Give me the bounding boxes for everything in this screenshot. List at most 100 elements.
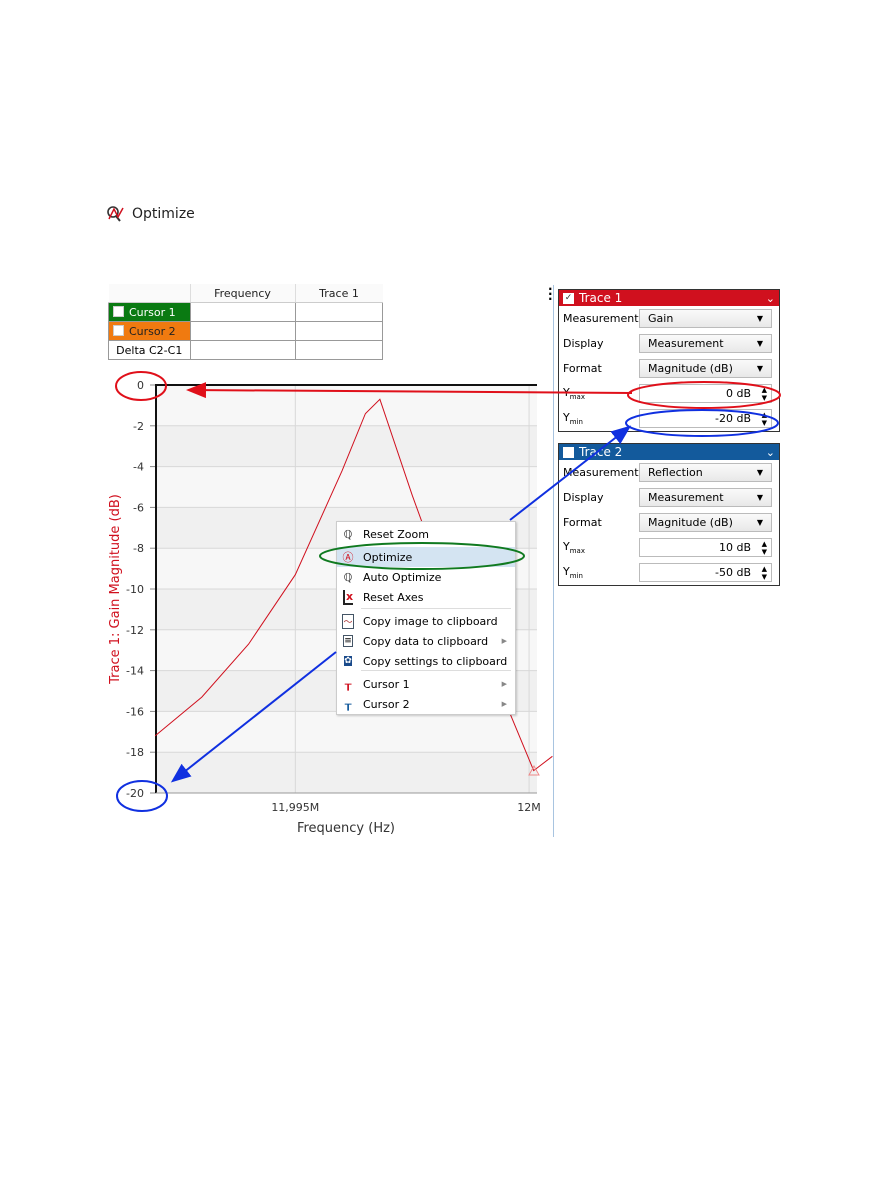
- y-tick-label: -18: [126, 746, 144, 759]
- trace2-display-dropdown[interactable]: Measurement ▼: [639, 488, 772, 507]
- x-tick-label: 12M: [517, 801, 541, 814]
- y-tick-label: 0: [137, 379, 144, 392]
- menu-item-label: Copy image to clipboard: [363, 614, 498, 628]
- menu-item-label: Optimize: [363, 550, 413, 564]
- reset-axes-icon: x: [341, 589, 355, 605]
- menu-item-cursor-2[interactable]: ┰ Cursor 2 ▶: [337, 694, 515, 714]
- trace2-header[interactable]: Trace 2 ⌄: [559, 444, 779, 460]
- ymin-label-sub: min: [569, 418, 583, 427]
- trace1-ymax-row: Ymax 0 dB ▲ ▼: [559, 381, 779, 406]
- ymax-label-sub: max: [569, 547, 585, 556]
- spinner-icon[interactable]: ▲ ▼: [762, 540, 767, 556]
- copy-image-icon: 〜: [341, 613, 355, 629]
- ymin-value: -50 dB: [715, 566, 751, 579]
- ymin-value: -20 dB: [715, 412, 751, 425]
- spinner-icon[interactable]: ▲ ▼: [762, 411, 767, 427]
- ymin-label: Ymin: [563, 565, 639, 580]
- menu-item-copy-image-to-clipboard[interactable]: 〜 Copy image to clipboard: [337, 611, 515, 631]
- chevron-down-icon[interactable]: ⌄: [766, 292, 775, 305]
- display-value: Measurement: [648, 491, 724, 504]
- cursor2-icon: ┰: [344, 697, 352, 711]
- y-tick-label: -8: [133, 542, 144, 555]
- cursor1-icon: ┰: [344, 677, 352, 691]
- trace2-ymax-row: Ymax 10 dB ▲ ▼: [559, 535, 779, 560]
- dropdown-arrow-icon: ▼: [756, 364, 763, 373]
- y-tick-label: -12: [126, 624, 144, 637]
- ymax-label-y: Y: [563, 385, 570, 399]
- trace2-ymin-input[interactable]: -50 dB ▲ ▼: [639, 563, 772, 582]
- menu-item-label: Reset Zoom: [363, 527, 429, 541]
- trace1-ymin-input[interactable]: -20 dB ▲ ▼: [639, 409, 772, 428]
- dropdown-arrow-icon: ▼: [756, 468, 763, 477]
- ymax-value: 10 dB: [718, 541, 751, 554]
- menu-item-reset-axes[interactable]: x Reset Axes: [337, 587, 515, 607]
- format-value: Magnitude (dB): [648, 362, 733, 375]
- trace1-panel: ✓ Trace 1 ⌄ Measurement Gain ▼ Display Measurem…: [558, 289, 780, 432]
- chevron-down-icon[interactable]: ⌄: [766, 446, 775, 459]
- trace1-ymax-input[interactable]: 0 dB ▲ ▼: [639, 384, 772, 403]
- menu-separator: [361, 670, 511, 671]
- y-tick-label: -16: [126, 705, 144, 718]
- trace2-format-dropdown[interactable]: Magnitude (dB) ▼: [639, 513, 772, 532]
- ymax-label-y: Y: [563, 539, 570, 553]
- trace1-header[interactable]: ✓ Trace 1 ⌄: [559, 290, 779, 306]
- ymax-value: 0 dB: [725, 387, 751, 400]
- trace2-title: Trace 2: [579, 445, 623, 459]
- ymin-label-sub: min: [569, 572, 583, 581]
- trace2-measurement-dropdown[interactable]: Reflection ▼: [639, 463, 772, 482]
- submenu-arrow-icon: ▶: [501, 637, 507, 645]
- trace2-panel: Trace 2 ⌄ Measurement Reflection ▼ Display Mea…: [558, 443, 780, 586]
- dropdown-arrow-icon: ▼: [756, 493, 763, 502]
- copy-data-icon: ≡: [343, 635, 353, 647]
- trace1-ymin-row: Ymin -20 dB ▲ ▼: [559, 406, 779, 431]
- display-value: Measurement: [648, 337, 724, 350]
- trace1-measurement-row: Measurement Gain ▼: [559, 306, 779, 331]
- x-tick-label: 11,995M: [271, 801, 319, 814]
- trace1-format-dropdown[interactable]: Magnitude (dB) ▼: [639, 359, 772, 378]
- menu-item-copy-data-to-clipboard[interactable]: ≡ Copy data to clipboard ▶: [337, 631, 515, 651]
- menu-item-label: Copy data to clipboard: [363, 634, 489, 648]
- trace1-measurement-dropdown[interactable]: Gain ▼: [639, 309, 772, 328]
- trace2-ymax-input[interactable]: 10 dB ▲ ▼: [639, 538, 772, 557]
- trace2-measurement-row: Measurement Reflection ▼: [559, 460, 779, 485]
- page: Optimize Frequency Trace 1 Cursor 1 Curs…: [0, 0, 893, 1188]
- menu-item-cursor-1[interactable]: ┰ Cursor 1 ▶: [337, 674, 515, 694]
- menu-item-copy-settings-to-clipboard[interactable]: ✿ Copy settings to clipboard: [337, 651, 515, 671]
- display-label: Display: [563, 491, 604, 504]
- dropdown-arrow-icon: ▼: [756, 518, 763, 527]
- y-tick-label: -10: [126, 583, 144, 596]
- measurement-label: Measurement: [563, 466, 639, 479]
- ymin-label: Ymin: [563, 411, 639, 426]
- menu-item-reset-zoom[interactable]: ℚ Reset Zoom: [337, 524, 515, 544]
- menu-item-auto-optimize[interactable]: ℚ Auto Optimize: [337, 567, 515, 587]
- menu-item-optimize[interactable]: Ⓐ Optimize: [337, 547, 515, 567]
- y-tick-label: -14: [126, 665, 144, 678]
- spinner-icon[interactable]: ▲ ▼: [762, 386, 767, 402]
- trace1-title: Trace 1: [579, 291, 623, 305]
- trace1-display-row: Display Measurement ▼: [559, 331, 779, 356]
- ymax-label: Ymax: [563, 540, 639, 555]
- menu-item-label: Cursor 2: [363, 697, 410, 711]
- reset-zoom-icon: ℚ: [343, 527, 353, 541]
- trace2-ymin-row: Ymin -50 dB ▲ ▼: [559, 560, 779, 585]
- menu-item-label: Copy settings to clipboard: [363, 654, 508, 668]
- auto-optimize-icon: ℚ: [343, 570, 353, 584]
- copy-settings-icon: ✿: [344, 656, 352, 666]
- trace1-checkbox[interactable]: ✓: [563, 292, 574, 304]
- y-axis-label: Trace 1: Gain Magnitude (dB): [108, 494, 123, 685]
- menu-item-label: Cursor 1: [363, 677, 410, 691]
- format-value: Magnitude (dB): [648, 516, 733, 529]
- measurement-label: Measurement: [563, 312, 639, 325]
- grid-band: [156, 752, 537, 793]
- submenu-arrow-icon: ▶: [501, 700, 507, 708]
- y-tick-label: -6: [133, 501, 144, 514]
- dropdown-arrow-icon: ▼: [756, 339, 763, 348]
- trace2-checkbox[interactable]: [563, 446, 574, 458]
- trace1-display-dropdown[interactable]: Measurement ▼: [639, 334, 772, 353]
- ymax-label: Ymax: [563, 386, 639, 401]
- trace2-display-row: Display Measurement ▼: [559, 485, 779, 510]
- format-label: Format: [563, 362, 602, 375]
- context-menu: ℚ Reset Zoom Ⓐ Optimize ℚ Auto Optimize x Reset…: [336, 521, 516, 715]
- spinner-icon[interactable]: ▲ ▼: [762, 565, 767, 581]
- ymax-label-sub: max: [569, 393, 585, 402]
